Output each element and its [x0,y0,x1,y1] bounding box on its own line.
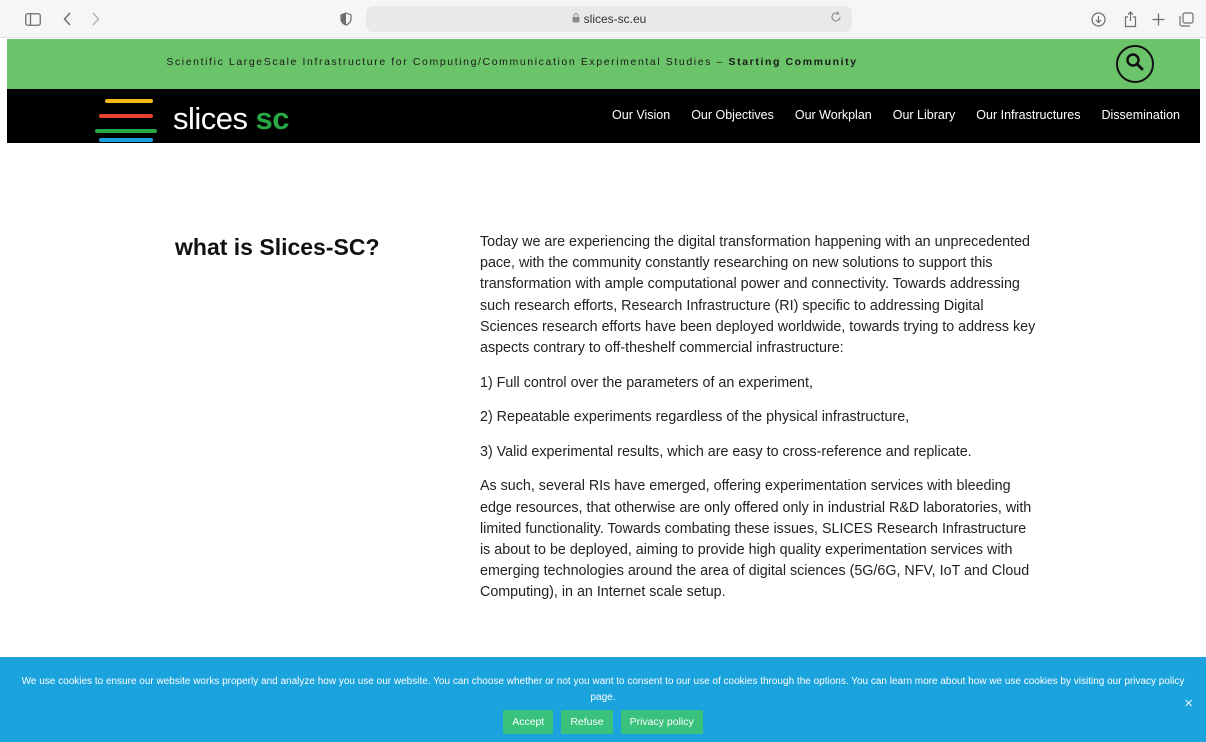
sidebar-toggle-icon[interactable] [24,9,42,29]
search-button[interactable] [1116,45,1154,83]
section-heading: what is Slices-SC? [175,234,380,260]
main-navbar: slices sc Our Vision Our Objectives Our W… [7,89,1200,143]
address-bar[interactable]: slices-sc.eu [366,6,852,32]
cookie-banner: We use cookies to ensure our website wor… [0,657,1206,742]
nav-menu: Our Vision Our Objectives Our Workplan O… [612,108,1180,122]
tagline-text: Scientific LargeScale Infrastructure for… [166,56,729,68]
browser-toolbar: slices-sc.eu [0,0,1206,38]
share-icon[interactable] [1122,9,1138,29]
logo-suffix: sc [255,101,290,136]
nav-item-our-objectives[interactable]: Our Objectives [691,108,774,122]
search-icon [1125,52,1145,77]
list-item: 2) Repeatable experiments regardless of … [480,409,910,426]
cookie-message: We use cookies to ensure our website wor… [21,676,1185,703]
list-item: 3) Valid experimental results, which are… [480,443,972,460]
close-icon[interactable]: × [1184,695,1193,712]
logo-bar-blue [99,138,153,142]
intro-paragraph: Today we are experiencing the digital tr… [480,234,1036,357]
nav-item-dissemination[interactable]: Dissemination [1101,108,1180,122]
logo-bar-red [99,114,153,118]
logo-icon[interactable] [95,99,157,142]
forward-icon[interactable] [88,9,102,29]
site-logo-text[interactable]: slices sc [173,101,290,137]
refuse-button[interactable]: Refuse [561,710,613,734]
nav-item-our-infrastructures[interactable]: Our Infrastructures [976,108,1080,122]
logo-word: slices [173,101,248,136]
lock-icon [572,12,580,26]
top-banner: Scientific LargeScale Infrastructure for… [7,39,1200,89]
back-icon[interactable] [60,9,74,29]
privacy-policy-button[interactable]: Privacy policy [620,710,703,734]
logo-bar-yellow [105,99,153,103]
list-item: 1) Full control over the parameters of a… [480,374,813,391]
nav-item-our-workplan[interactable]: Our Workplan [795,108,872,122]
reload-icon[interactable] [830,11,842,26]
privacy-shield-icon[interactable] [339,9,353,29]
logo-bar-green [95,129,157,133]
downloads-icon[interactable] [1090,9,1106,29]
tagline-bold-text: Starting Community [728,56,858,68]
section-body: Today we are experiencing the digital tr… [480,232,1040,617]
url-text: slices-sc.eu [583,12,647,26]
nav-item-our-vision[interactable]: Our Vision [612,108,670,122]
cookie-buttons: Accept Refuse Privacy policy [0,710,1206,734]
accept-button[interactable]: Accept [503,710,554,734]
nav-item-our-library[interactable]: Our Library [893,108,956,122]
new-tab-icon[interactable] [1150,9,1166,29]
tab-overview-icon[interactable] [1178,9,1194,29]
site-tagline: Scientific LargeScale Infrastructure for… [7,56,1017,68]
conclusion-paragraph: As such, several RIs have emerged, offer… [480,478,1032,601]
